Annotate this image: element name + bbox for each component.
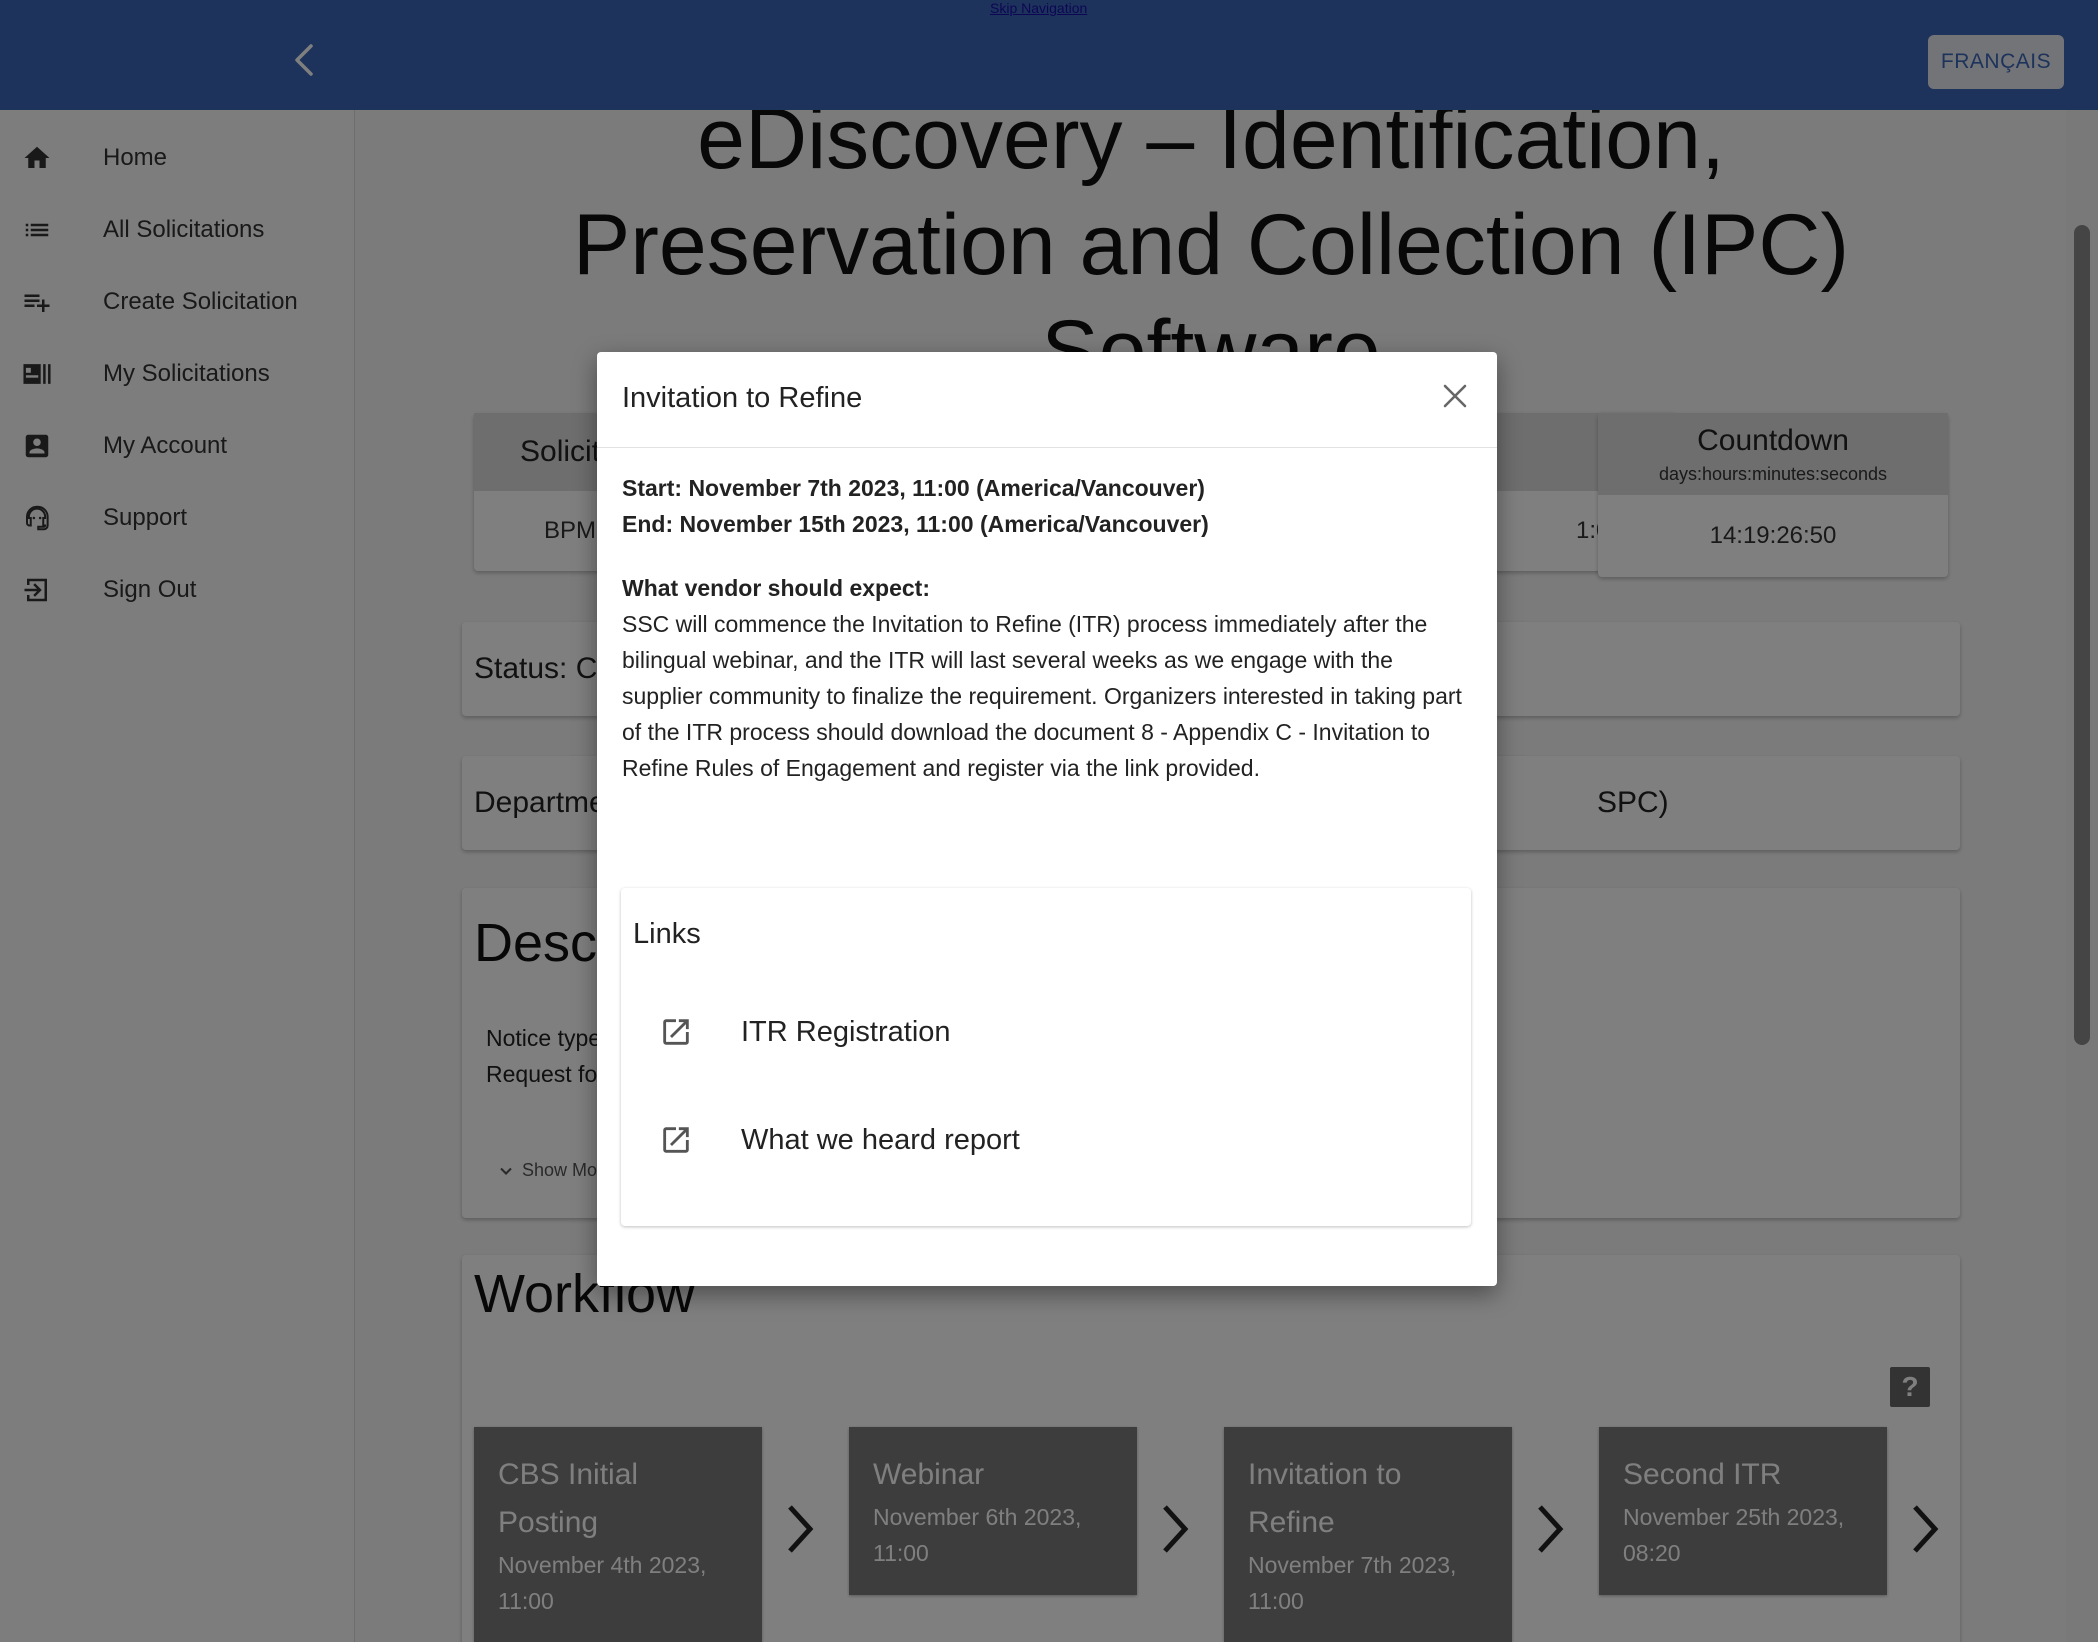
close-icon[interactable] xyxy=(1437,378,1473,414)
start-date-text: Start: November 7th 2023, 11:00 (America… xyxy=(622,475,1205,501)
itr-registration-link[interactable]: ITR Registration xyxy=(621,992,1471,1072)
open-in-new-icon xyxy=(659,1015,693,1049)
link-label: What we heard report xyxy=(741,1123,1020,1156)
links-title: Links xyxy=(633,918,701,950)
dialog-header: Invitation to Refine xyxy=(597,352,1497,448)
open-in-new-icon xyxy=(659,1123,693,1157)
what-we-heard-report-link[interactable]: What we heard report xyxy=(621,1100,1471,1180)
dialog-title: Invitation to Refine xyxy=(622,382,863,414)
dialog-body: Start: November 7th 2023, 11:00 (America… xyxy=(622,470,1477,786)
expect-heading: What vendor should expect: xyxy=(622,575,930,601)
invitation-to-refine-dialog: Invitation to Refine Start: November 7th… xyxy=(597,352,1497,1286)
expect-text: SSC will commence the Invitation to Refi… xyxy=(622,611,1462,781)
link-label: ITR Registration xyxy=(741,1015,951,1048)
links-card: Links ITR Registration What we heard rep… xyxy=(621,888,1471,1226)
end-date-text: End: November 15th 2023, 11:00 (America/… xyxy=(622,511,1209,537)
